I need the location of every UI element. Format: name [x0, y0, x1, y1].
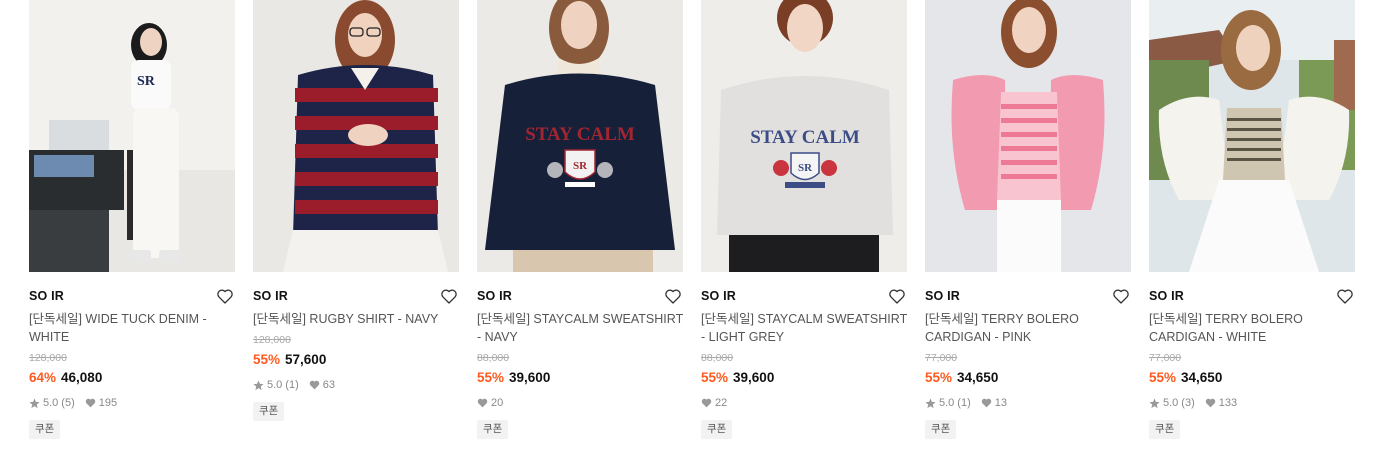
product-image[interactable]	[925, 0, 1131, 272]
product-image[interactable]: SR	[29, 0, 235, 272]
product-card[interactable]: SO IR [단독세일] TERRY BOLERO CARDIGAN - WHI…	[1149, 0, 1355, 439]
wishlist-heart-icon[interactable]	[1336, 287, 1354, 305]
rating-value: 5.0	[43, 397, 59, 409]
discount-rate: 55%	[253, 352, 281, 367]
product-image[interactable]: STAY CALM SR	[701, 0, 907, 272]
heart-filled-icon	[1205, 398, 1216, 408]
rating: 5.0 (5)	[29, 397, 75, 409]
likes: 195	[85, 397, 117, 409]
rating: 5.0 (3)	[1149, 397, 1195, 409]
sale-price: 57,600	[285, 352, 327, 367]
product-image[interactable]	[1149, 0, 1355, 272]
wishlist-heart-icon[interactable]	[888, 287, 906, 305]
like-count: 195	[98, 397, 118, 409]
likes: 133	[1205, 397, 1237, 409]
product-image[interactable]	[253, 0, 459, 272]
discount-rate: 55%	[477, 370, 505, 385]
product-title[interactable]: [단독세일] TERRY BOLERO CARDIGAN - WHITE	[1149, 310, 1355, 346]
heart-filled-icon	[309, 380, 320, 390]
product-title[interactable]: [단독세일] TERRY BOLERO CARDIGAN - PINK	[925, 310, 1131, 346]
review-count: (5)	[61, 397, 75, 409]
sale-price: 39,600	[733, 370, 775, 385]
rating: 5.0 (1)	[253, 379, 299, 391]
product-card[interactable]: SO IR [단독세일] TERRY BOLERO CARDIGAN - PIN…	[925, 0, 1131, 439]
brand-name[interactable]: SO IR	[701, 289, 736, 303]
heart-filled-icon	[981, 398, 992, 408]
product-card[interactable]: SR SO IR [단독세일] WIDE TUCK DENIM - WHITE …	[29, 0, 235, 439]
coupon-badge: 쿠폰	[925, 420, 957, 439]
likes: 13	[981, 397, 1007, 409]
product-card[interactable]: STAY CALM SR SO IR [단독세일] STAYCALM SWEAT…	[701, 0, 907, 439]
like-count: 133	[1218, 397, 1238, 409]
like-count: 22	[715, 397, 728, 409]
discount-rate: 55%	[925, 370, 953, 385]
heart-filled-icon	[477, 398, 488, 408]
review-count: (1)	[957, 397, 971, 409]
heart-filled-icon	[85, 398, 96, 408]
original-price: 77,000	[925, 352, 958, 364]
svg-text:STAY CALM: STAY CALM	[750, 127, 860, 148]
rating-value: 5.0	[1163, 397, 1179, 409]
product-image[interactable]: STAY CALM SR	[477, 0, 683, 272]
star-icon	[925, 397, 936, 408]
original-price: 88,000	[477, 352, 510, 364]
like-count: 20	[491, 397, 504, 409]
review-count: (3)	[1181, 397, 1195, 409]
product-card[interactable]: SO IR [단독세일] RUGBY SHIRT - NAVY 128,000 …	[253, 0, 459, 439]
discount-rate: 55%	[701, 370, 729, 385]
star-icon	[253, 379, 264, 390]
product-title[interactable]: [단독세일] RUGBY SHIRT - NAVY	[253, 310, 459, 328]
heart-filled-icon	[701, 398, 712, 408]
like-count: 63	[322, 379, 335, 391]
svg-text:SR: SR	[798, 162, 813, 174]
product-grid: SR SO IR [단독세일] WIDE TUCK DENIM - WHITE …	[29, 0, 1355, 439]
star-icon	[29, 397, 40, 408]
coupon-badge: 쿠폰	[29, 420, 61, 439]
review-count: (1)	[285, 379, 299, 391]
likes: 22	[701, 397, 727, 409]
star-icon	[1149, 397, 1160, 408]
wishlist-heart-icon[interactable]	[664, 287, 682, 305]
svg-text:STAY CALM: STAY CALM	[525, 124, 635, 145]
sale-price: 34,650	[1181, 370, 1223, 385]
discount-rate: 55%	[1149, 370, 1177, 385]
brand-name[interactable]: SO IR	[925, 289, 960, 303]
brand-name[interactable]: SO IR	[253, 289, 288, 303]
brand-name[interactable]: SO IR	[29, 289, 64, 303]
original-price: 88,000	[701, 352, 734, 364]
coupon-badge: 쿠폰	[253, 402, 285, 421]
like-count: 13	[994, 397, 1007, 409]
brand-name[interactable]: SO IR	[1149, 289, 1184, 303]
original-price: 77,000	[1149, 352, 1182, 364]
sale-price: 34,650	[957, 370, 999, 385]
product-title[interactable]: [단독세일] STAYCALM SWEATSHIRT - LIGHT GREY	[701, 310, 907, 346]
original-price: 128,000	[253, 334, 291, 346]
rating-value: 5.0	[267, 379, 283, 391]
product-title[interactable]: [단독세일] STAYCALM SWEATSHIRT - NAVY	[477, 310, 683, 346]
product-card[interactable]: STAY CALM SR SO IR [단독세일] STAYCALM SWEAT…	[477, 0, 683, 439]
svg-text:SR: SR	[137, 74, 156, 89]
product-title[interactable]: [단독세일] WIDE TUCK DENIM - WHITE	[29, 310, 235, 346]
rating: 5.0 (1)	[925, 397, 971, 409]
wishlist-heart-icon[interactable]	[1112, 287, 1130, 305]
wishlist-heart-icon[interactable]	[440, 287, 458, 305]
sale-price: 46,080	[61, 370, 103, 385]
coupon-badge: 쿠폰	[477, 420, 509, 439]
likes: 63	[309, 379, 335, 391]
wishlist-heart-icon[interactable]	[216, 287, 234, 305]
sale-price: 39,600	[509, 370, 551, 385]
svg-text:SR: SR	[573, 160, 588, 172]
coupon-badge: 쿠폰	[701, 420, 733, 439]
brand-name[interactable]: SO IR	[477, 289, 512, 303]
discount-rate: 64%	[29, 370, 57, 385]
original-price: 128,000	[29, 352, 67, 364]
rating-value: 5.0	[939, 397, 955, 409]
coupon-badge: 쿠폰	[1149, 420, 1181, 439]
likes: 20	[477, 397, 503, 409]
